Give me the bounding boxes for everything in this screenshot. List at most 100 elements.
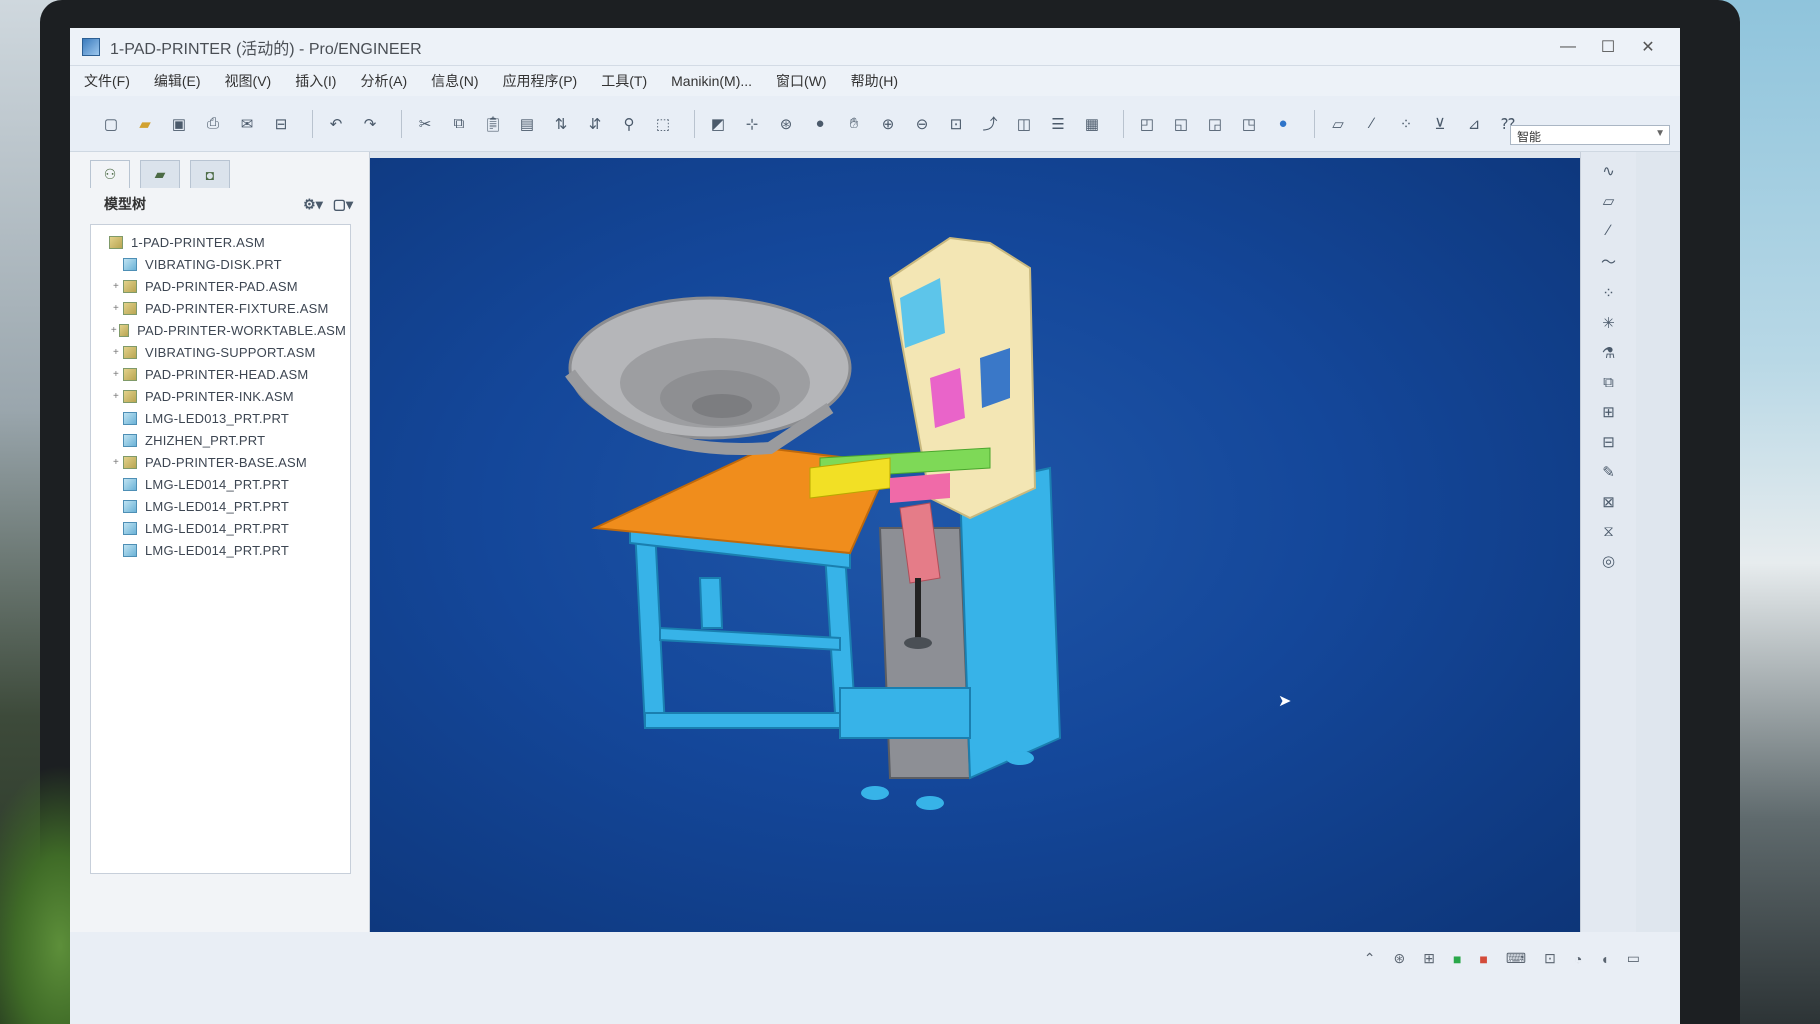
send-mail-icon[interactable]: ✉ — [234, 111, 260, 137]
menu-view[interactable]: 视图(V) — [225, 71, 272, 91]
wifi-icon[interactable]: ◔ — [1574, 951, 1582, 967]
repaint-icon[interactable]: ◩ — [705, 111, 731, 137]
expand-toggle-icon[interactable]: + — [109, 369, 123, 380]
datum-planes-icon[interactable]: ▱ — [1325, 111, 1351, 137]
tree-item[interactable]: VIBRATING-DISK.PRT — [95, 253, 346, 275]
saved-views-icon[interactable]: ◫ — [1011, 111, 1037, 137]
menu-help[interactable]: 帮助(H) — [851, 71, 898, 91]
tree-item[interactable]: LMG-LED014_PRT.PRT — [95, 495, 346, 517]
hole-icon[interactable]: ◎ — [1602, 552, 1615, 570]
datum-curve-icon[interactable]: 〜 — [1601, 251, 1616, 272]
edit-definition-icon[interactable]: ✎ — [1602, 463, 1615, 481]
datum-plane-icon[interactable]: ▱ — [1603, 192, 1615, 210]
reorient-icon[interactable]: ⤴ — [977, 111, 1003, 137]
tree-item[interactable]: + PAD-PRINTER-HEAD.ASM — [95, 363, 346, 385]
pattern-icon[interactable]: ⊠ — [1602, 493, 1615, 511]
shaded-display-icon[interactable]: ◳ — [1236, 111, 1262, 137]
app-tray-icon[interactable]: ⊞ — [1423, 950, 1435, 967]
tab-folder-browser[interactable]: ▰ — [140, 160, 180, 188]
copy-icon[interactable]: ⧉ — [446, 111, 472, 137]
selection-filter-dropdown[interactable]: 智能 ▼ — [1510, 125, 1670, 145]
zoom-in-icon[interactable]: ⊕ — [875, 111, 901, 137]
regenerate-manager-icon[interactable]: ⇵ — [582, 111, 608, 137]
tree-item[interactable]: + VIBRATING-SUPPORT.ASM — [95, 341, 346, 363]
hidden-line-icon[interactable]: ◱ — [1168, 111, 1194, 137]
tree-item[interactable]: 1-PAD-PRINTER.ASM — [95, 231, 346, 253]
package-icon[interactable]: ⊟ — [1602, 433, 1615, 451]
paste-icon[interactable]: 📋︎ — [480, 111, 506, 137]
tree-item[interactable]: + PAD-PRINTER-INK.ASM — [95, 385, 346, 407]
view-manager-icon[interactable]: ▦ — [1079, 111, 1105, 137]
undo-icon[interactable]: ↶ — [323, 111, 349, 137]
tree-item[interactable]: LMG-LED014_PRT.PRT — [95, 539, 346, 561]
coordinate-system-icon[interactable]: ✳ — [1602, 314, 1615, 332]
create-component-icon[interactable]: ⊞ — [1602, 403, 1615, 421]
redo-icon[interactable]: ↷ — [357, 111, 383, 137]
tree-item[interactable]: LMG-LED013_PRT.PRT — [95, 407, 346, 429]
maximize-button[interactable]: ☐ — [1588, 37, 1628, 57]
tab-model-tree[interactable]: ⚇ — [90, 160, 130, 188]
menu-insert[interactable]: 插入(I) — [295, 71, 336, 91]
wireframe-icon[interactable]: ◰ — [1134, 111, 1160, 137]
expand-toggle-icon[interactable]: + — [109, 347, 123, 358]
expand-toggle-icon[interactable]: + — [109, 391, 123, 402]
keyboard-icon[interactable]: ⊡ — [1544, 950, 1556, 967]
wechat-icon[interactable]: ■ — [1453, 951, 1461, 967]
tab-favorites[interactable]: ◘ — [190, 160, 230, 188]
datum-axes-icon[interactable]: ∕ — [1359, 111, 1385, 137]
datum-point-icon[interactable]: ⁘ — [1602, 284, 1615, 302]
analysis-feature-icon[interactable]: ⚗ — [1602, 344, 1615, 362]
show-hidden-icons-icon[interactable]: ⌃ — [1364, 950, 1376, 967]
app-red-icon[interactable]: ■ — [1479, 951, 1487, 967]
attach-icon[interactable]: ⊟ — [268, 111, 294, 137]
assemble-icon[interactable]: ⧉ — [1603, 374, 1614, 391]
tree-show-icon[interactable]: ▢▾ — [333, 196, 353, 213]
datum-points-icon[interactable]: ⁘ — [1393, 111, 1419, 137]
menu-window[interactable]: 窗口(W) — [776, 71, 827, 91]
find-icon[interactable]: ⚲ — [616, 111, 642, 137]
network-icon[interactable]: ⊛ — [1393, 950, 1405, 967]
menu-tools[interactable]: 工具(T) — [601, 71, 647, 91]
layers-icon[interactable]: ☰ — [1045, 111, 1071, 137]
tree-settings-icon[interactable]: ⚙▾ — [303, 196, 323, 213]
datum-axis-icon[interactable]: ∕ — [1607, 222, 1610, 239]
save-icon[interactable]: ▣ — [166, 111, 192, 137]
expand-toggle-icon[interactable]: + — [109, 281, 123, 292]
spin-center-icon[interactable]: ⊹ — [739, 111, 765, 137]
tree-item[interactable]: + PAD-PRINTER-FIXTURE.ASM — [95, 297, 346, 319]
graphics-window[interactable] — [370, 158, 1580, 938]
select-box-icon[interactable]: ⬚ — [650, 111, 676, 137]
enhanced-realism-icon[interactable]: ● — [1270, 111, 1296, 137]
battery-icon[interactable]: ▭ — [1627, 950, 1640, 967]
no-hidden-icon[interactable]: ◲ — [1202, 111, 1228, 137]
volume-icon[interactable]: ◖ — [1600, 951, 1608, 967]
pan-icon[interactable]: ✋︎ — [841, 111, 867, 137]
coordinate-systems-icon[interactable]: ⊻ — [1427, 111, 1453, 137]
regenerate-icon[interactable]: ⇅ — [548, 111, 574, 137]
annotations-icon[interactable]: ⊿ — [1461, 111, 1487, 137]
menu-analysis[interactable]: 分析(A) — [360, 71, 407, 91]
shading-icon[interactable]: ● — [807, 111, 833, 137]
menu-edit[interactable]: 编辑(E) — [154, 71, 201, 91]
menu-info[interactable]: 信息(N) — [431, 71, 478, 91]
print-icon[interactable]: ⎙ — [200, 111, 226, 137]
tree-item[interactable]: LMG-LED014_PRT.PRT — [95, 517, 346, 539]
paste-special-icon[interactable]: ▤ — [514, 111, 540, 137]
zoom-out-icon[interactable]: ⊖ — [909, 111, 935, 137]
mirror-icon[interactable]: ⧖ — [1603, 523, 1614, 540]
sketch-icon[interactable]: ∿ — [1602, 162, 1615, 180]
menu-applications[interactable]: 应用程序(P) — [503, 71, 578, 91]
input-method-icon[interactable]: ⌨ — [1506, 950, 1526, 967]
tree-item[interactable]: LMG-LED014_PRT.PRT — [95, 473, 346, 495]
menu-manikin[interactable]: Manikin(M)... — [671, 73, 752, 89]
close-button[interactable]: ✕ — [1628, 37, 1668, 57]
orient-mode-icon[interactable]: ⊛ — [773, 111, 799, 137]
tree-item[interactable]: + PAD-PRINTER-BASE.ASM — [95, 451, 346, 473]
cut-icon[interactable]: ✂ — [412, 111, 438, 137]
tree-item[interactable]: + PAD-PRINTER-PAD.ASM — [95, 275, 346, 297]
open-folder-icon[interactable]: ▰ — [132, 111, 158, 137]
menu-file[interactable]: 文件(F) — [84, 71, 130, 91]
tree-item[interactable]: + PAD-PRINTER-WORKTABLE.ASM — [95, 319, 346, 341]
new-file-icon[interactable]: ▢ — [98, 111, 124, 137]
expand-toggle-icon[interactable]: + — [109, 325, 119, 336]
